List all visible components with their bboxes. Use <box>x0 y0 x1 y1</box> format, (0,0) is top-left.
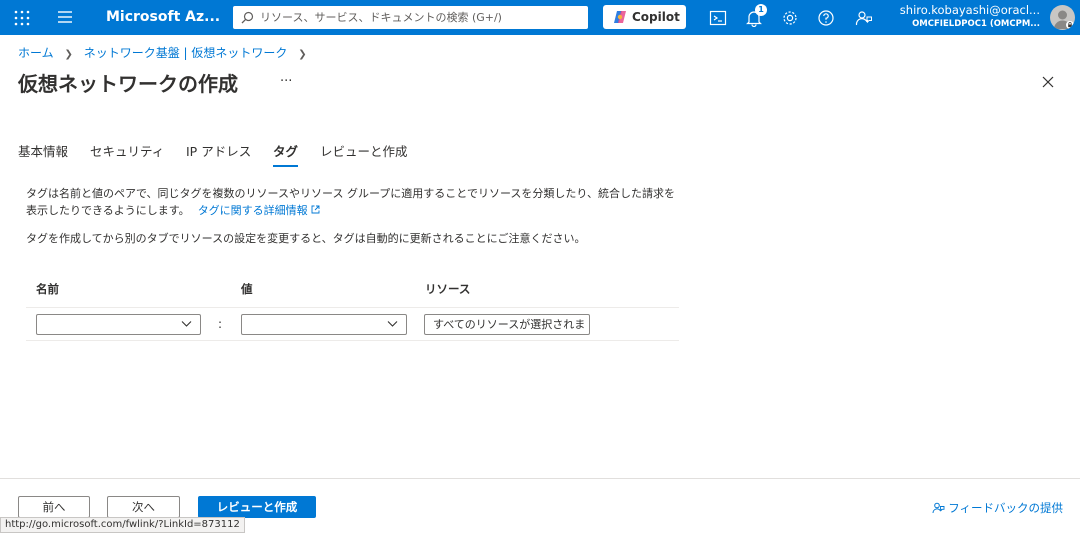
search-icon <box>241 11 254 24</box>
chevron-right-icon: ❯ <box>64 49 73 60</box>
description-text: タグは名前と値のペアで、同じタグを複数のリソースやリソース グループに適用するこ… <box>26 187 675 217</box>
divider <box>26 307 679 308</box>
tag-name-dropdown[interactable] <box>36 314 201 335</box>
tags-description: タグは名前と値のペアで、同じタグを複数のリソースやリソース グループに適用するこ… <box>26 185 676 219</box>
tab-ip-addresses[interactable]: IP アドレス <box>186 141 251 165</box>
notification-badge: 1 <box>755 4 767 16</box>
chevron-down-icon <box>181 321 192 327</box>
column-header-value: 値 <box>241 282 253 296</box>
tab-basics[interactable]: 基本情報 <box>18 141 68 165</box>
close-icon[interactable] <box>1041 75 1055 89</box>
feedback-label: フィードバックの提供 <box>948 501 1063 515</box>
more-options-button[interactable]: ··· <box>280 74 292 89</box>
name-value-separator: : <box>218 317 223 331</box>
search-input[interactable] <box>260 6 582 29</box>
hamburger-menu-icon[interactable] <box>57 10 73 24</box>
account-info[interactable]: shiro.kobayashi@oracl... OMCFIELDPOC1 (O… <box>900 3 1040 30</box>
copilot-icon <box>614 11 626 23</box>
feedback-person-icon[interactable] <box>855 9 873 27</box>
chevron-down-icon <box>387 321 398 327</box>
column-header-name: 名前 <box>36 282 59 296</box>
user-directory: OMCFIELDPOC1 (OMCPM... <box>912 19 1040 29</box>
review-create-button[interactable]: レビューと作成 <box>198 496 316 518</box>
tab-security[interactable]: セキュリティ <box>90 141 164 165</box>
tab-review-create[interactable]: レビューと作成 <box>320 141 408 165</box>
feedback-link[interactable]: フィードバックの提供 <box>932 500 1063 516</box>
user-name: shiro.kobayashi@oracl... <box>899 3 1040 17</box>
learn-more-label: タグに関する詳細情報 <box>197 204 308 217</box>
tag-value-dropdown[interactable] <box>241 314 407 335</box>
breadcrumb-home[interactable]: ホーム <box>18 46 54 60</box>
app-launcher-icon[interactable] <box>13 9 31 27</box>
status-bar-url: http://go.microsoft.com/fwlink/?LinkId=8… <box>0 517 245 533</box>
footer-divider <box>0 478 1080 479</box>
column-header-resource: リソース <box>425 282 471 296</box>
breadcrumb-network-foundation[interactable]: ネットワーク基盤 | 仮想ネットワーク <box>84 46 288 60</box>
feedback-icon <box>932 502 945 514</box>
tags-note: タグを作成してから別のタブでリソースの設定を変更すると、タグは自動的に更新される… <box>26 232 586 245</box>
page-title: 仮想ネットワークの作成 <box>18 72 238 96</box>
tab-tags[interactable]: タグ <box>273 141 299 167</box>
divider <box>26 340 679 341</box>
user-avatar-icon <box>1054 10 1074 29</box>
learn-more-link[interactable]: タグに関する詳細情報 <box>198 204 321 217</box>
global-search[interactable] <box>233 6 588 29</box>
settings-gear-icon[interactable] <box>781 9 799 27</box>
external-link-icon <box>311 205 320 214</box>
copilot-label: Copilot <box>632 10 680 24</box>
chevron-right-icon: ❯ <box>298 49 307 60</box>
brand-title[interactable]: Microsoft Az... <box>106 9 220 25</box>
previous-button[interactable]: 前へ <box>18 496 90 518</box>
help-icon[interactable] <box>817 9 835 27</box>
breadcrumb: ホーム ❯ ネットワーク基盤 | 仮想ネットワーク ❯ <box>18 44 314 61</box>
next-button[interactable]: 次へ <box>107 496 180 518</box>
top-bar: Microsoft Az... Copilot 1 <box>0 0 1080 35</box>
avatar[interactable] <box>1050 5 1075 30</box>
copilot-button[interactable]: Copilot <box>603 5 686 29</box>
resource-selector[interactable]: すべてのリソースが選択されま <box>424 314 590 335</box>
cloud-shell-icon[interactable] <box>709 9 727 27</box>
